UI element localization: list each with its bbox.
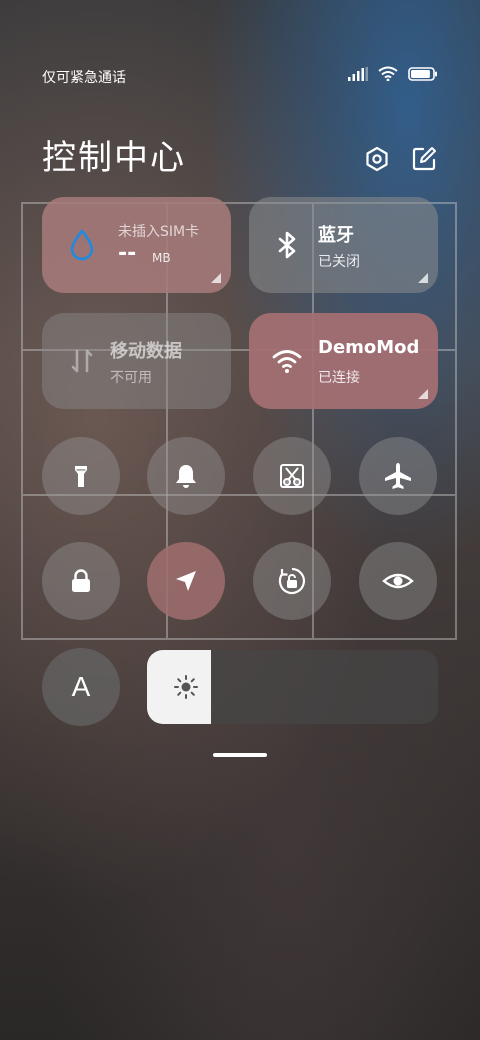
location-arrow-icon [176, 571, 196, 591]
wifi-icon [272, 350, 302, 373]
screenshot-toggle[interactable] [253, 437, 331, 515]
mobile-data-label: 移动数据 [110, 341, 182, 362]
wifi-status-icon [378, 66, 398, 81]
wifi-tile[interactable]: DemoMod 已连接 [249, 313, 438, 409]
edit-button[interactable] [411, 146, 437, 172]
edit-icon [412, 147, 436, 171]
battery-icon [408, 66, 437, 81]
eye-icon [382, 573, 414, 589]
lock-screen-toggle[interactable] [42, 542, 120, 620]
bluetooth-tile[interactable]: 蓝牙 已关闭 [249, 197, 438, 293]
wifi-status: 已连接 [318, 370, 360, 386]
expand-corner-indicator [418, 389, 428, 399]
flashlight-icon [75, 466, 87, 487]
auto-brightness-button[interactable]: A [42, 648, 120, 726]
sun-icon [174, 675, 198, 699]
scissors-icon [280, 464, 304, 488]
signal-icon [348, 66, 368, 81]
data-usage-value: -- [118, 241, 137, 266]
bluetooth-status: 已关闭 [318, 254, 360, 270]
expand-corner-indicator [211, 273, 221, 283]
bluetooth-icon [278, 231, 296, 259]
bluetooth-label: 蓝牙 [318, 225, 354, 246]
wifi-network-name: DemoMod [318, 337, 420, 358]
drag-handle[interactable] [213, 753, 267, 757]
brightness-slider[interactable] [147, 650, 438, 724]
reading-mode-toggle[interactable] [359, 542, 437, 620]
auto-rotate-toggle[interactable] [253, 542, 331, 620]
airplane-toggle[interactable] [359, 437, 437, 515]
carrier-label: 仅可紧急通话 [42, 70, 126, 86]
status-bar: 仅可紧急通话 [0, 60, 480, 92]
gear-icon [366, 146, 388, 172]
page-title: 控制中心 [42, 138, 186, 178]
lock-icon [72, 569, 90, 592]
flashlight-toggle[interactable] [42, 437, 120, 515]
bell-icon [176, 465, 196, 488]
settings-button[interactable] [364, 146, 390, 172]
water-drop-icon [70, 228, 94, 261]
status-icons [348, 66, 438, 81]
expand-corner-indicator [418, 273, 428, 283]
mobile-data-icon [71, 349, 93, 373]
data-usage-tile[interactable]: 未插入SIM卡 -- MB [42, 197, 231, 293]
mobile-data-status: 不可用 [110, 370, 152, 386]
airplane-icon [385, 463, 411, 489]
location-toggle[interactable] [147, 542, 225, 620]
mobile-data-tile[interactable]: 移动数据 不可用 [42, 313, 231, 409]
silent-toggle[interactable] [147, 437, 225, 515]
data-usage-label: 未插入SIM卡 [118, 224, 200, 240]
rotation-lock-icon [278, 567, 306, 595]
data-usage-unit: MB [152, 251, 171, 265]
auto-brightness-label: A [71, 671, 91, 702]
